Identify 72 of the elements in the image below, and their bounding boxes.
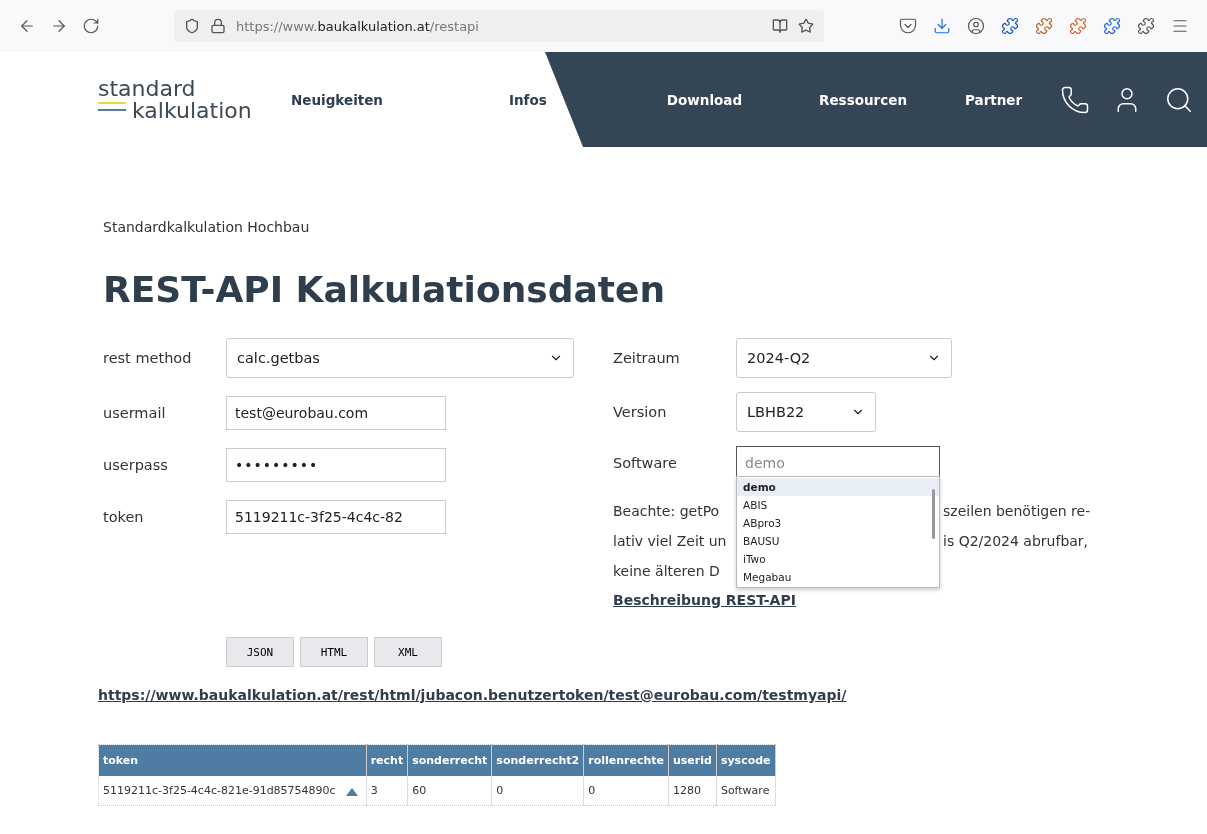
description-link[interactable]: Beschreibung REST-API bbox=[613, 592, 796, 608]
phone-icon[interactable] bbox=[1060, 84, 1091, 115]
input-field[interactable]: test@eurobau.com bbox=[226, 396, 446, 430]
extension-icon[interactable] bbox=[1001, 17, 1019, 35]
lock-icon bbox=[210, 18, 226, 34]
field-label: usermail bbox=[103, 405, 167, 421]
column-header[interactable]: sonderrecht bbox=[407, 744, 492, 776]
select-field[interactable]: 2024-Q2 bbox=[736, 338, 952, 378]
field-label: Zeitraum bbox=[613, 350, 681, 366]
column-header[interactable]: rollenrechte bbox=[583, 744, 669, 776]
select-field[interactable]: calc.getbas bbox=[226, 338, 574, 378]
nav-link[interactable]: Download bbox=[666, 91, 743, 108]
column-header[interactable]: sonderrecht2 bbox=[491, 744, 584, 776]
field-label: userpass bbox=[103, 457, 169, 473]
sort-icon[interactable] bbox=[345, 788, 358, 796]
reload-icon[interactable] bbox=[82, 17, 100, 35]
scrollbar[interactable] bbox=[932, 489, 935, 539]
table-cell: 3 bbox=[366, 776, 408, 806]
shield-icon bbox=[184, 18, 200, 34]
nav-link[interactable]: Ressourcen bbox=[819, 91, 907, 108]
dropdown-option[interactable]: ABIS bbox=[737, 496, 939, 514]
column-header[interactable]: token bbox=[98, 744, 367, 776]
extension-icon[interactable] bbox=[1069, 17, 1087, 35]
dropdown-option[interactable]: ABpro3 bbox=[737, 514, 939, 532]
star-icon bbox=[798, 18, 814, 34]
format-button[interactable]: XML bbox=[374, 637, 442, 667]
password-field[interactable]: ••••••••• bbox=[226, 448, 446, 482]
input-field[interactable]: 5119211c-3f25-4c4c-82 bbox=[226, 500, 446, 534]
page-title: REST-API Kalkulationsdaten bbox=[103, 269, 666, 310]
table-cell: 1280 bbox=[668, 776, 717, 806]
menu-icon[interactable] bbox=[1171, 17, 1189, 35]
account-icon[interactable] bbox=[967, 17, 985, 35]
table-cell: 60 bbox=[407, 776, 492, 806]
note-text: lativ viel Zeit un bbox=[613, 533, 727, 549]
field-label: rest method bbox=[103, 350, 193, 366]
field-label: Software bbox=[613, 455, 678, 471]
note-text: is Q2/2024 abrufbar, bbox=[943, 532, 1089, 551]
table-cell: 5119211c-3f25-4c4c-821e-91d85754890c bbox=[98, 776, 367, 806]
format-button[interactable]: JSON bbox=[226, 637, 294, 667]
extension-icon[interactable] bbox=[1035, 17, 1053, 35]
download-icon[interactable] bbox=[933, 17, 951, 35]
format-button[interactable]: HTML bbox=[300, 637, 368, 667]
nav-link[interactable]: Partner bbox=[965, 91, 1023, 108]
field-label: token bbox=[103, 509, 145, 525]
note-text: Beachte: getPo bbox=[613, 503, 720, 519]
dropdown-option[interactable]: BAUSU bbox=[737, 532, 939, 550]
reader-icon bbox=[772, 18, 788, 34]
column-header[interactable]: syscode bbox=[716, 744, 776, 776]
dropdown-option[interactable]: demo bbox=[737, 478, 939, 496]
field-label: Version bbox=[613, 404, 668, 420]
dropdown-option[interactable]: iTwo bbox=[737, 550, 939, 568]
extension-icon[interactable] bbox=[1137, 17, 1155, 35]
dropdown-option[interactable]: Megabau bbox=[737, 568, 939, 586]
extension-icon[interactable] bbox=[1103, 17, 1121, 35]
note-text: szeilen benötigen re- bbox=[943, 502, 1091, 521]
select-field[interactable]: LBHB22 bbox=[736, 392, 876, 432]
note-text: keine älteren D bbox=[613, 563, 720, 579]
pocket-icon[interactable] bbox=[899, 17, 917, 35]
table-cell: 0 bbox=[491, 776, 584, 806]
table-cell: Software bbox=[716, 776, 776, 806]
forward-icon[interactable] bbox=[50, 17, 68, 35]
column-header[interactable]: recht bbox=[366, 744, 408, 776]
nav-link[interactable]: Infos bbox=[509, 91, 547, 108]
logo[interactable]: standard kalkulation bbox=[98, 77, 273, 122]
address-bar[interactable]: https://www.baukalkulation.at/restapi bbox=[174, 10, 824, 42]
api-link[interactable]: https://www.baukalkulation.at/rest/html/jubacon.benutzertoken/test@eurobau.com/testmyapi/ bbox=[98, 687, 847, 703]
column-header[interactable]: userid bbox=[668, 744, 717, 776]
table-cell: 0 bbox=[583, 776, 669, 806]
back-icon[interactable] bbox=[18, 17, 36, 35]
nav-link[interactable]: Neuigkeiten bbox=[291, 91, 383, 108]
url-text: https://www.baukalkulation.at/restapi bbox=[236, 18, 480, 34]
breadcrumb: Standardkalkulation Hochbau bbox=[103, 219, 311, 235]
